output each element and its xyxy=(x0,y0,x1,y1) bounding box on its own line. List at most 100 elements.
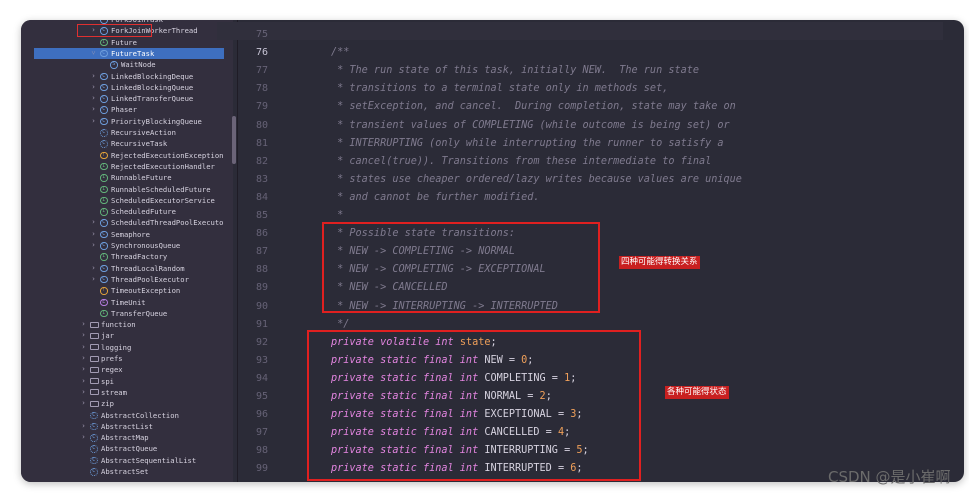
tree-item[interactable]: › stream xyxy=(21,387,233,398)
code-line[interactable]: * cancel(true)). Transitions from these … xyxy=(331,153,711,171)
code-line[interactable]: * setException, and cancel. During compl… xyxy=(331,98,736,116)
tree-item[interactable]: C AbstractQueue xyxy=(21,443,233,454)
chevron-right-icon[interactable]: › xyxy=(90,229,97,240)
interface-icon: I xyxy=(100,196,108,205)
tree-item[interactable]: › jar xyxy=(21,330,233,341)
line-number: 80 xyxy=(255,119,268,131)
line-number: 90 xyxy=(255,300,268,312)
exception-icon: ! xyxy=(100,287,108,295)
tree-item[interactable]: ˅ C FutureTask xyxy=(34,47,224,60)
tree-item[interactable]: › spi xyxy=(21,376,233,387)
tree-item[interactable]: › prefs xyxy=(21,353,233,364)
code-line[interactable]: * and cannot be further modified. xyxy=(331,189,539,207)
chevron-right-icon[interactable]: › xyxy=(90,263,97,274)
code-line[interactable]: * transient values of COMPLETING (while … xyxy=(331,117,730,135)
tree-item[interactable]: › C LinkedBlockingDeque xyxy=(21,71,233,82)
chevron-right-icon[interactable]: › xyxy=(80,398,87,409)
chevron-right-icon[interactable]: › xyxy=(90,240,97,251)
code-token: * xyxy=(331,210,344,221)
abstract-class-icon: C xyxy=(90,411,98,419)
chevron-right-icon[interactable]: › xyxy=(90,104,97,115)
project-tree-panel[interactable]: ›CForkJoinTask›CForkJoinWorkerThreadIFut… xyxy=(21,20,233,482)
code-token: * transitions to a terminal state only i… xyxy=(331,83,669,95)
tree-item[interactable]: › C AbstractList xyxy=(21,421,233,432)
tree-item[interactable]: › C Phaser xyxy=(21,104,233,115)
tree-item[interactable]: C RecursiveTask xyxy=(21,138,233,149)
abstract-class-icon: C xyxy=(90,445,98,453)
chevron-right-icon[interactable]: › xyxy=(90,116,97,127)
chevron-right-icon[interactable]: › xyxy=(80,330,87,341)
tree-item-label: Future xyxy=(111,37,137,47)
chevron-right-icon[interactable]: › xyxy=(90,71,97,82)
tree-item[interactable]: I RunnableScheduledFuture xyxy=(21,184,233,195)
chevron-right-icon[interactable]: › xyxy=(80,319,87,330)
code-line[interactable]: * INTERRUPTING (only while interrupting … xyxy=(331,135,723,153)
tree-item-label: ThreadFactory xyxy=(111,252,168,262)
tree-item[interactable]: C AbstractSet xyxy=(21,466,233,477)
tree-item[interactable]: S WaitNode xyxy=(21,59,233,70)
tree-item[interactable]: C RecursiveAction xyxy=(21,127,233,138)
abstract-class-icon: C xyxy=(90,456,98,465)
abstract-class-icon: C xyxy=(100,129,108,137)
tree-item[interactable]: › C ThreadPoolExecutor xyxy=(21,274,233,285)
line-number: 87 xyxy=(255,246,268,258)
code-line[interactable]: /** xyxy=(331,44,349,62)
tree-item[interactable]: I RunnableFuture xyxy=(21,172,233,183)
tree-item[interactable]: › C SynchronousQueue xyxy=(21,240,233,251)
tree-item[interactable]: › zip xyxy=(21,398,233,409)
interface-icon: I xyxy=(100,174,108,182)
chevron-right-icon[interactable]: › xyxy=(80,432,87,443)
folder-icon xyxy=(90,344,99,351)
tree-item[interactable]: I RejectedExecutionHandler xyxy=(21,161,233,172)
interface-icon: I xyxy=(100,162,108,171)
chevron-right-icon[interactable]: › xyxy=(90,82,97,93)
tree-item[interactable]: E TimeUnit xyxy=(21,297,233,308)
tree-item[interactable]: › C ThreadLocalRandom xyxy=(21,263,233,274)
tree-item-label: Phaser xyxy=(111,105,137,115)
line-number: 76 xyxy=(255,47,268,59)
tree-item-label: logging xyxy=(101,342,132,352)
class-icon: C xyxy=(100,72,108,80)
tree-item[interactable]: › regex xyxy=(21,364,233,375)
tree-item[interactable]: › C ScheduledThreadPoolExecuto xyxy=(21,217,233,228)
tree-item[interactable]: I ScheduledExecutorService xyxy=(21,195,233,206)
chevron-right-icon[interactable]: › xyxy=(90,274,97,285)
line-number: 75 xyxy=(255,29,268,40)
tree-item[interactable]: I TransferQueue xyxy=(21,308,233,319)
tree-item[interactable]: I ScheduledFuture xyxy=(21,206,233,217)
states-annotation: 各种可能得状态 xyxy=(665,386,729,399)
transitions-highlight-box xyxy=(322,222,600,313)
line-number: 86 xyxy=(255,228,268,240)
tree-item[interactable]: ! TimeoutException xyxy=(21,285,233,296)
tree-item-label: ThreadPoolExecutor xyxy=(111,274,189,284)
chevron-right-icon[interactable]: › xyxy=(80,342,87,353)
tree-item[interactable]: › C LinkedTransferQueue xyxy=(21,93,233,104)
tree-item[interactable]: › function xyxy=(21,319,233,330)
chevron-right-icon[interactable]: › xyxy=(80,387,87,398)
chevron-right-icon[interactable]: › xyxy=(80,376,87,387)
tree-item[interactable]: › C LinkedBlockingQueue xyxy=(21,82,233,93)
chevron-right-icon[interactable]: › xyxy=(80,364,87,375)
tree-item[interactable]: I Future xyxy=(21,37,233,48)
tree-item[interactable]: C AbstractCollection xyxy=(21,410,233,421)
chevron-right-icon[interactable]: › xyxy=(90,217,97,228)
chevron-down-icon[interactable]: ˅ xyxy=(90,48,97,59)
tree-item[interactable]: › C PriorityBlockingQueue xyxy=(21,116,233,127)
chevron-right-icon[interactable]: › xyxy=(80,421,87,432)
chevron-right-icon[interactable]: › xyxy=(80,353,87,364)
code-line[interactable]: * The run state of this task, initially … xyxy=(331,62,699,80)
chevron-right-icon[interactable]: › xyxy=(90,93,97,104)
class-icon: C xyxy=(100,20,108,24)
tree-item[interactable]: I ThreadFactory xyxy=(21,251,233,262)
tree-item[interactable]: › logging xyxy=(21,342,233,353)
transitions-annotation: 四种可能得转换关系 xyxy=(619,256,700,269)
tree-item[interactable]: C AbstractSequentialList xyxy=(21,455,233,466)
tree-item[interactable]: › C Semaphore xyxy=(21,229,233,240)
code-line[interactable]: * states use cheaper ordered/lazy writes… xyxy=(331,171,742,189)
tree-item[interactable]: › C AbstractMap xyxy=(21,432,233,443)
tree-item-label: RunnableFuture xyxy=(111,173,172,183)
tree-item[interactable]: ! RejectedExecutionException xyxy=(21,150,233,161)
interface-icon: I xyxy=(100,38,108,47)
abstract-class-icon: C xyxy=(90,422,98,431)
code-line[interactable]: * transitions to a terminal state only i… xyxy=(331,80,668,98)
